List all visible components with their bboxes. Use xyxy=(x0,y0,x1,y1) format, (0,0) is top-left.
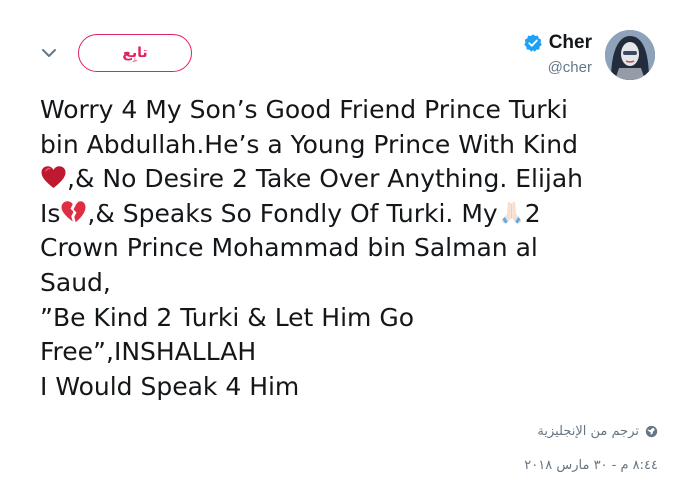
chevron-down-icon[interactable] xyxy=(38,42,60,64)
tweet-line: Worry 4 My Son’s Good Friend Prince Turk… xyxy=(40,95,568,124)
red-heart-icon xyxy=(41,166,66,189)
user-handle[interactable]: @cher xyxy=(523,59,592,76)
display-name[interactable]: Cher xyxy=(549,32,592,54)
tweet-timestamp[interactable]: ٨:٤٤ م - ٣٠ مارس ٢٠١٨ xyxy=(524,458,658,473)
translate-link[interactable]: ترجم من الإنجليزية xyxy=(537,424,658,439)
tweet-line: 2 xyxy=(524,198,541,228)
tweet-line: Is xyxy=(40,198,61,228)
verified-badge-icon xyxy=(523,34,542,52)
translate-label[interactable]: ترجم من الإنجليزية xyxy=(537,424,639,439)
folded-hands-icon xyxy=(501,201,521,224)
avatar-image xyxy=(605,30,655,80)
tweet-line: Free”,INSHALLAH xyxy=(40,337,257,367)
follow-button[interactable]: تابِع xyxy=(78,34,192,72)
tweet-card: تابِع Cher @cher Worry 4 My Son’s Good F… xyxy=(0,0,694,485)
tweet-line: Crown Prince Mohammad bin Salman al xyxy=(40,233,538,263)
globe-icon xyxy=(645,425,658,438)
tweet-line: bin Abdullah.He’s a Young Prince With Ki… xyxy=(40,129,578,159)
tweet-line: Saud, xyxy=(40,267,111,297)
tweet-line: I Would Speak 4 Him xyxy=(40,371,300,401)
avatar[interactable] xyxy=(605,30,655,80)
tweet-line: ”Be Kind 2 Turki & Let Him Go xyxy=(40,302,415,332)
tweet-text: Worry 4 My Son’s Good Friend Prince Turk… xyxy=(40,93,660,404)
tweet-author[interactable]: Cher @cher xyxy=(523,31,592,76)
tweet-line: ,& Speaks So Fondly Of Turki. My xyxy=(87,198,498,228)
tweet-line: ,& No Desire 2 Take Over Anything. Elija… xyxy=(67,164,584,194)
broken-heart-icon xyxy=(61,201,86,223)
